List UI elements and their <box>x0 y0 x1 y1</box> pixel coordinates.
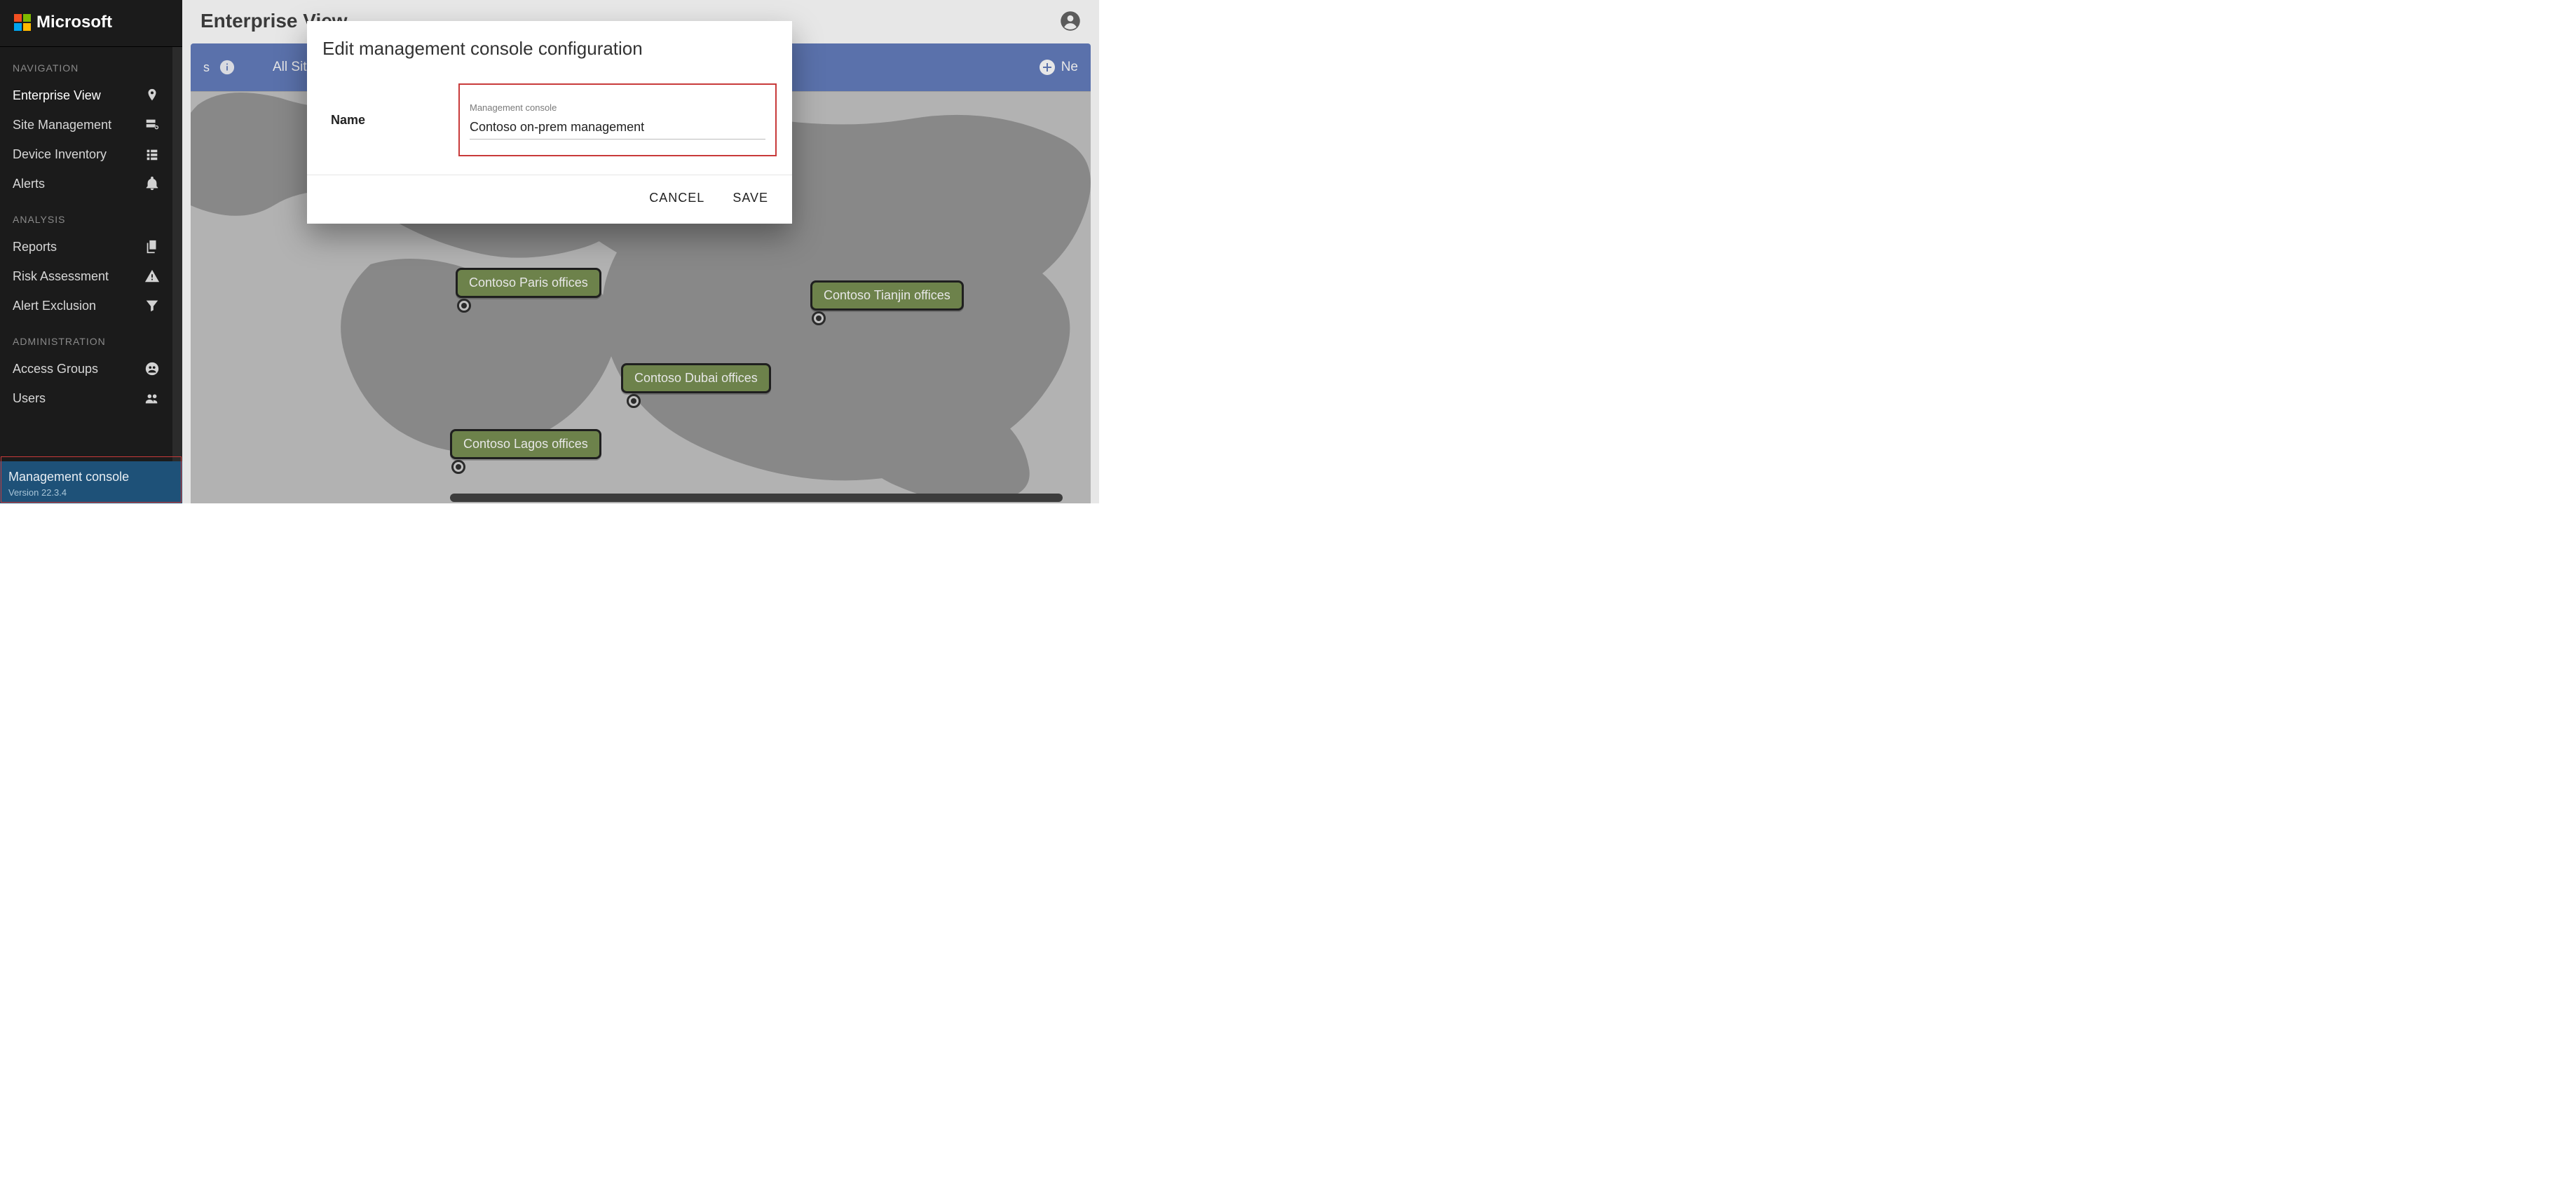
bell-icon <box>144 176 160 191</box>
list-icon <box>144 147 160 162</box>
sidebar-item-enterprise-view[interactable]: Enterprise View <box>0 81 172 110</box>
sidebar-item-reports[interactable]: Reports <box>0 232 172 261</box>
sidebar-item-label: Alerts <box>13 177 45 191</box>
save-button[interactable]: SAVE <box>732 191 768 205</box>
sidebar-item-label: Site Management <box>13 118 111 133</box>
sidebar-item-label: Risk Assessment <box>13 269 109 284</box>
brand: Microsoft <box>0 0 182 46</box>
sidebar-section-analysis: ANALYSIS <box>0 198 172 232</box>
server-gear-icon <box>144 117 160 133</box>
sidebar-section-administration: ADMINISTRATION <box>0 320 172 354</box>
microsoft-logo-icon <box>14 14 31 31</box>
sidebar-item-site-management[interactable]: Site Management <box>0 110 172 140</box>
sidebar-item-label: Reports <box>13 240 57 254</box>
sidebar-item-label: Access Groups <box>13 362 98 376</box>
sidebar-scrollbar-thumb[interactable] <box>174 50 181 444</box>
brand-name: Microsoft <box>36 13 112 32</box>
sidebar-item-label: Enterprise View <box>13 88 101 103</box>
edit-console-dialog: Edit management console configuration Na… <box>307 21 792 224</box>
sidebar-footer-management-console[interactable]: Management console Version 22.3.4 <box>0 461 182 503</box>
sidebar-item-alert-exclusion[interactable]: Alert Exclusion <box>0 291 172 320</box>
sidebar-item-alerts[interactable]: Alerts <box>0 169 172 198</box>
sidebar-item-label: Alert Exclusion <box>13 299 96 313</box>
sidebar-item-users[interactable]: Users <box>0 383 172 413</box>
sidebar-item-risk-assessment[interactable]: Risk Assessment <box>0 261 172 291</box>
management-console-name-input[interactable] <box>470 117 765 140</box>
dialog-title: Edit management console configuration <box>307 21 792 62</box>
warning-icon <box>144 269 160 284</box>
dialog-field-highlight: Management console <box>458 83 777 156</box>
sidebar-footer-title: Management console <box>8 470 174 484</box>
sidebar-section-navigation: NAVIGATION <box>0 47 172 81</box>
dialog-float-label: Management console <box>470 102 765 113</box>
sidebar-item-device-inventory[interactable]: Device Inventory <box>0 140 172 169</box>
group-circle-icon <box>144 361 160 376</box>
cancel-button[interactable]: CANCEL <box>649 191 704 205</box>
sidebar-footer-version: Version 22.3.4 <box>8 487 174 498</box>
sidebar-item-label: Device Inventory <box>13 147 107 162</box>
sidebar-scroll: NAVIGATION Enterprise View Site Manageme… <box>0 46 182 503</box>
sidebar-item-label: Users <box>13 391 46 406</box>
people-icon <box>144 390 160 406</box>
documents-icon <box>144 239 160 254</box>
map-pin-icon <box>144 88 160 103</box>
dialog-field-label: Name <box>331 113 443 128</box>
filter-icon <box>144 298 160 313</box>
sidebar: Microsoft NAVIGATION Enterprise View Sit… <box>0 0 182 503</box>
sidebar-item-access-groups[interactable]: Access Groups <box>0 354 172 383</box>
